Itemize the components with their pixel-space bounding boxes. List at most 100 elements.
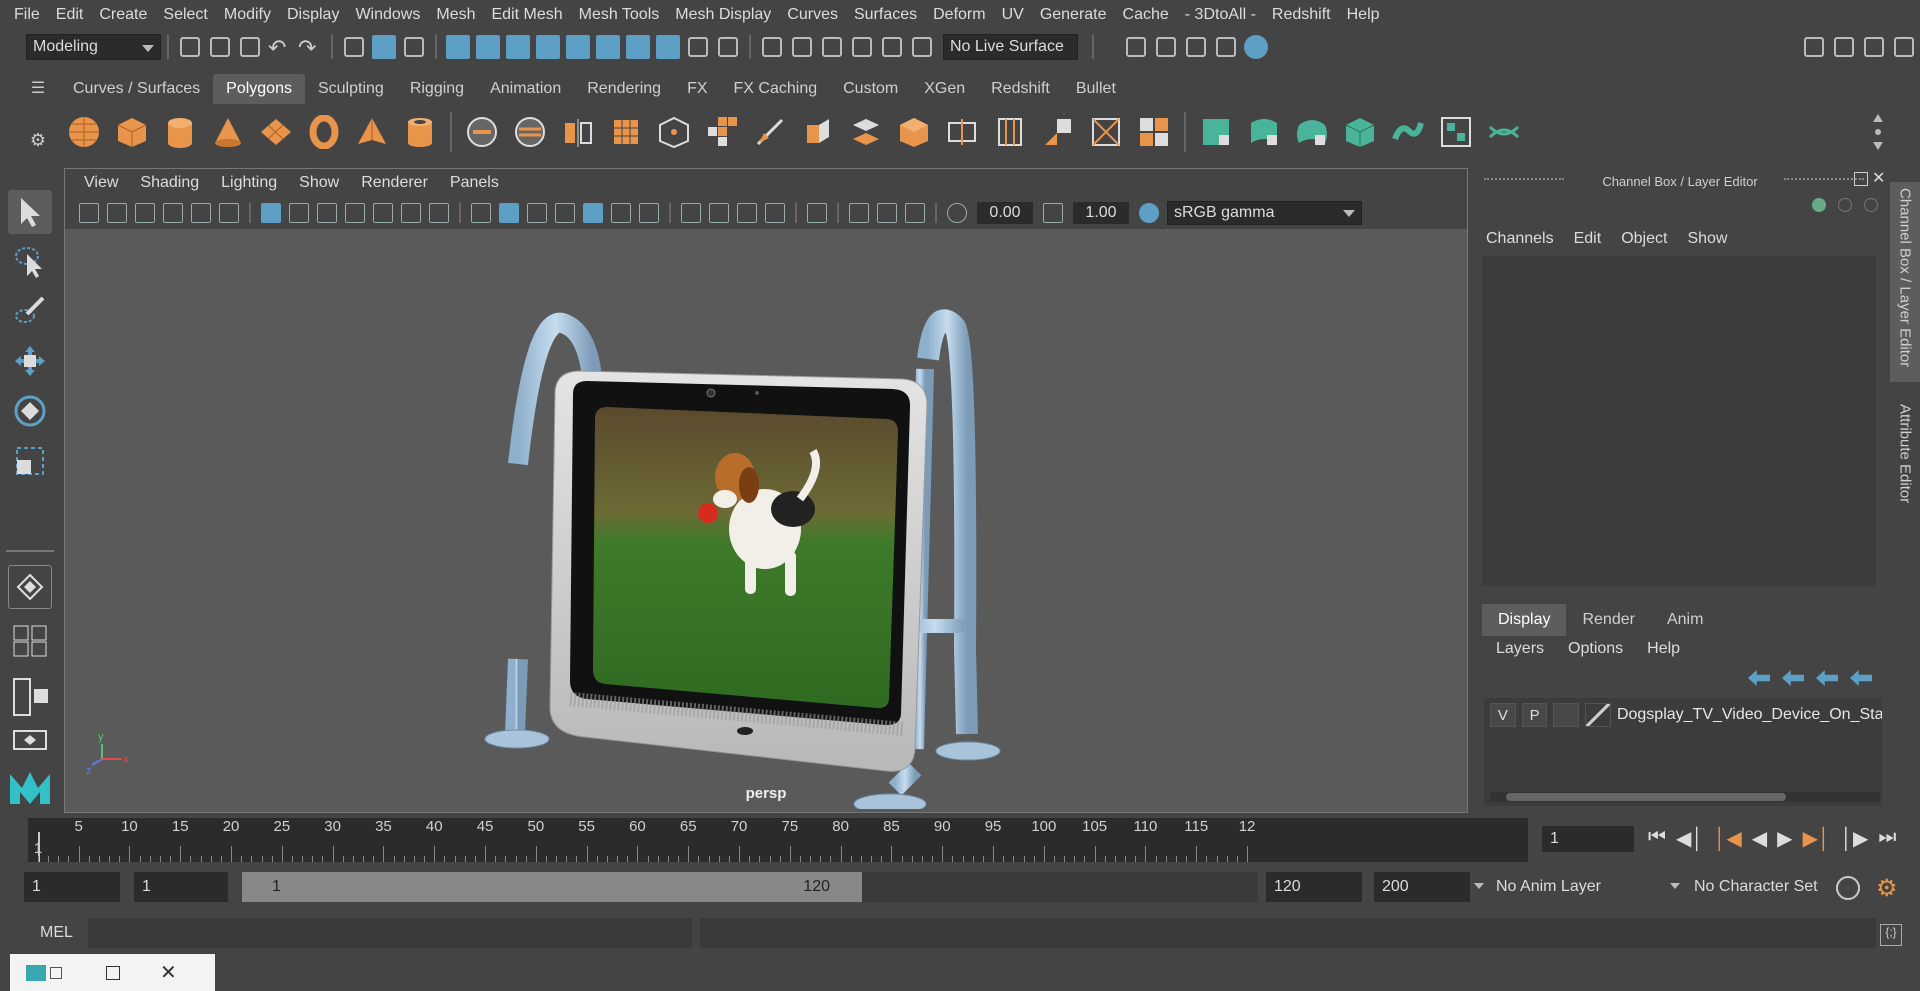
viewport-menu-panels[interactable]: Panels — [450, 174, 499, 192]
step-back-key-icon[interactable]: │◀ — [1714, 826, 1742, 851]
shelf-tab-curves-surfaces[interactable]: Curves / Surfaces — [60, 74, 214, 104]
menu-modify[interactable]: Modify — [216, 6, 279, 24]
script-editor-icon[interactable]: {;} — [1880, 924, 1902, 946]
layer-color-swatch[interactable] — [1585, 703, 1611, 727]
shelf-tab-bullet[interactable]: Bullet — [1062, 74, 1129, 104]
snap-point-icon[interactable] — [506, 35, 530, 59]
menu-3dtoall[interactable]: - 3DtoAll - — [1177, 6, 1264, 24]
xray-active-icon[interactable] — [877, 203, 897, 223]
attribute-editor-icon[interactable] — [1864, 37, 1884, 57]
redo-icon[interactable]: ↷ — [298, 35, 322, 60]
gate-mask-icon[interactable] — [345, 203, 365, 223]
gamma-icon[interactable] — [1043, 203, 1063, 223]
select-component-icon[interactable] — [404, 37, 424, 57]
unfold-uv-icon[interactable] — [1389, 113, 1427, 151]
new-scene-icon[interactable] — [180, 37, 200, 57]
channel-list-area[interactable] — [1482, 256, 1876, 586]
camera-icon[interactable] — [79, 203, 99, 223]
depth-of-field-icon[interactable] — [765, 203, 785, 223]
range-slider-handle[interactable]: 1 120 — [242, 872, 862, 902]
multi-cut-icon[interactable] — [751, 113, 789, 151]
settings-icon[interactable] — [1864, 198, 1878, 212]
layers-menu[interactable]: Layers — [1496, 640, 1544, 658]
layer-name[interactable]: Dogsplay_TV_Video_Device_On_State — [1617, 706, 1882, 724]
anti-aliasing-icon[interactable] — [737, 203, 757, 223]
channels-menu[interactable]: Channels — [1486, 230, 1554, 248]
render-view-icon[interactable] — [626, 35, 650, 59]
menu-redshift[interactable]: Redshift — [1264, 6, 1339, 24]
booleans-icon[interactable] — [703, 113, 741, 151]
mel-label[interactable]: MEL — [40, 924, 73, 942]
move-layer-down-icon[interactable] — [1782, 670, 1804, 686]
smooth-shade-icon[interactable] — [499, 203, 519, 223]
render-view-window-icon[interactable] — [1216, 37, 1236, 57]
help-icon[interactable] — [656, 35, 680, 59]
command-input[interactable] — [88, 918, 692, 948]
2d-pan-zoom-icon[interactable] — [191, 203, 211, 223]
screen-space-ao-icon[interactable] — [681, 203, 701, 223]
display-type-toggle[interactable] — [1553, 703, 1580, 727]
playback-end-field[interactable]: 120 — [1266, 872, 1362, 902]
wireframe-icon[interactable] — [471, 203, 491, 223]
shelf-tab-custom[interactable]: Custom — [830, 74, 912, 104]
tab-display[interactable]: Display — [1482, 604, 1567, 636]
step-forward-icon[interactable]: │▶ — [1840, 826, 1868, 851]
image-plane-icon[interactable] — [163, 203, 183, 223]
spherical-uv-icon[interactable] — [1293, 113, 1331, 151]
menu-edit[interactable]: Edit — [48, 6, 92, 24]
character-set-dropdown[interactable]: No Character Set — [1670, 872, 1824, 902]
menu-windows[interactable]: Windows — [347, 6, 428, 24]
menu-edit-mesh[interactable]: Edit Mesh — [483, 6, 570, 24]
menu-surfaces[interactable]: Surfaces — [846, 6, 925, 24]
resolution-gate-icon[interactable] — [317, 203, 337, 223]
menu-cache[interactable]: Cache — [1115, 6, 1177, 24]
viewport-menu-lighting[interactable]: Lighting — [221, 174, 277, 192]
undo-icon[interactable]: ↶ — [268, 35, 292, 60]
play-backwards-icon[interactable]: ◀ — [1752, 826, 1767, 851]
layer-row[interactable]: V P Dogsplay_TV_Video_Device_On_State — [1484, 700, 1882, 730]
time-slider[interactable]: 1 51015202530354045505560657075808590951… — [28, 818, 1528, 862]
outliner-layout-icon[interactable] — [8, 675, 52, 719]
shelf-settings-gear-icon[interactable]: ⚙ — [28, 130, 48, 150]
snap-view-plane-icon[interactable] — [566, 35, 590, 59]
horizontal-scrollbar[interactable] — [1490, 792, 1880, 802]
playback-toggle[interactable]: P — [1521, 703, 1548, 727]
mirror-icon[interactable] — [559, 113, 597, 151]
shelf-tab-rigging[interactable]: Rigging — [396, 74, 478, 104]
scale-tool-icon[interactable] — [8, 439, 52, 483]
menu-display[interactable]: Display — [279, 6, 347, 24]
open-scene-icon[interactable] — [210, 37, 230, 57]
animation-end-field[interactable]: 200 — [1374, 872, 1470, 902]
bevel-icon[interactable] — [895, 113, 933, 151]
poly-plane-icon[interactable] — [257, 113, 295, 151]
scrollbar-thumb[interactable] — [1506, 793, 1786, 801]
textured-icon[interactable] — [583, 203, 603, 223]
manipulator-icon[interactable] — [1812, 198, 1826, 212]
options-menu[interactable]: Options — [1568, 640, 1623, 658]
menu-mesh[interactable]: Mesh — [428, 6, 483, 24]
channel-box-icon[interactable] — [1894, 37, 1914, 57]
select-hierarchy-icon[interactable] — [344, 37, 364, 57]
tab-anim[interactable]: Anim — [1651, 604, 1719, 636]
poly-sphere-icon[interactable] — [65, 113, 103, 151]
wireframe-on-shaded-icon[interactable] — [555, 203, 575, 223]
color-management-toggle-icon[interactable] — [1139, 203, 1159, 223]
poly-pipe-icon[interactable] — [401, 113, 439, 151]
grease-pencil-icon[interactable] — [219, 203, 239, 223]
automatic-uv-icon[interactable] — [1341, 113, 1379, 151]
move-layer-up-icon[interactable] — [1748, 670, 1770, 686]
lock-icon[interactable] — [688, 37, 708, 57]
use-all-lights-icon[interactable] — [611, 203, 631, 223]
poly-cone-icon[interactable] — [209, 113, 247, 151]
help-menu[interactable]: Help — [1647, 640, 1680, 658]
viewport-menu-show[interactable]: Show — [299, 174, 339, 192]
poly-cylinder-icon[interactable] — [161, 113, 199, 151]
anim-layer-dropdown[interactable]: No Anim Layer — [1474, 872, 1648, 902]
symmetry-icon[interactable] — [822, 37, 842, 57]
current-frame-field[interactable]: 1 — [1542, 826, 1634, 852]
maximize-icon[interactable] — [106, 965, 120, 980]
reflection-icon[interactable] — [882, 37, 902, 57]
viewport-menu-view[interactable]: View — [84, 174, 118, 192]
viewport-menu-shading[interactable]: Shading — [140, 174, 199, 192]
shelf-tab-xgen[interactable]: XGen — [911, 74, 979, 104]
